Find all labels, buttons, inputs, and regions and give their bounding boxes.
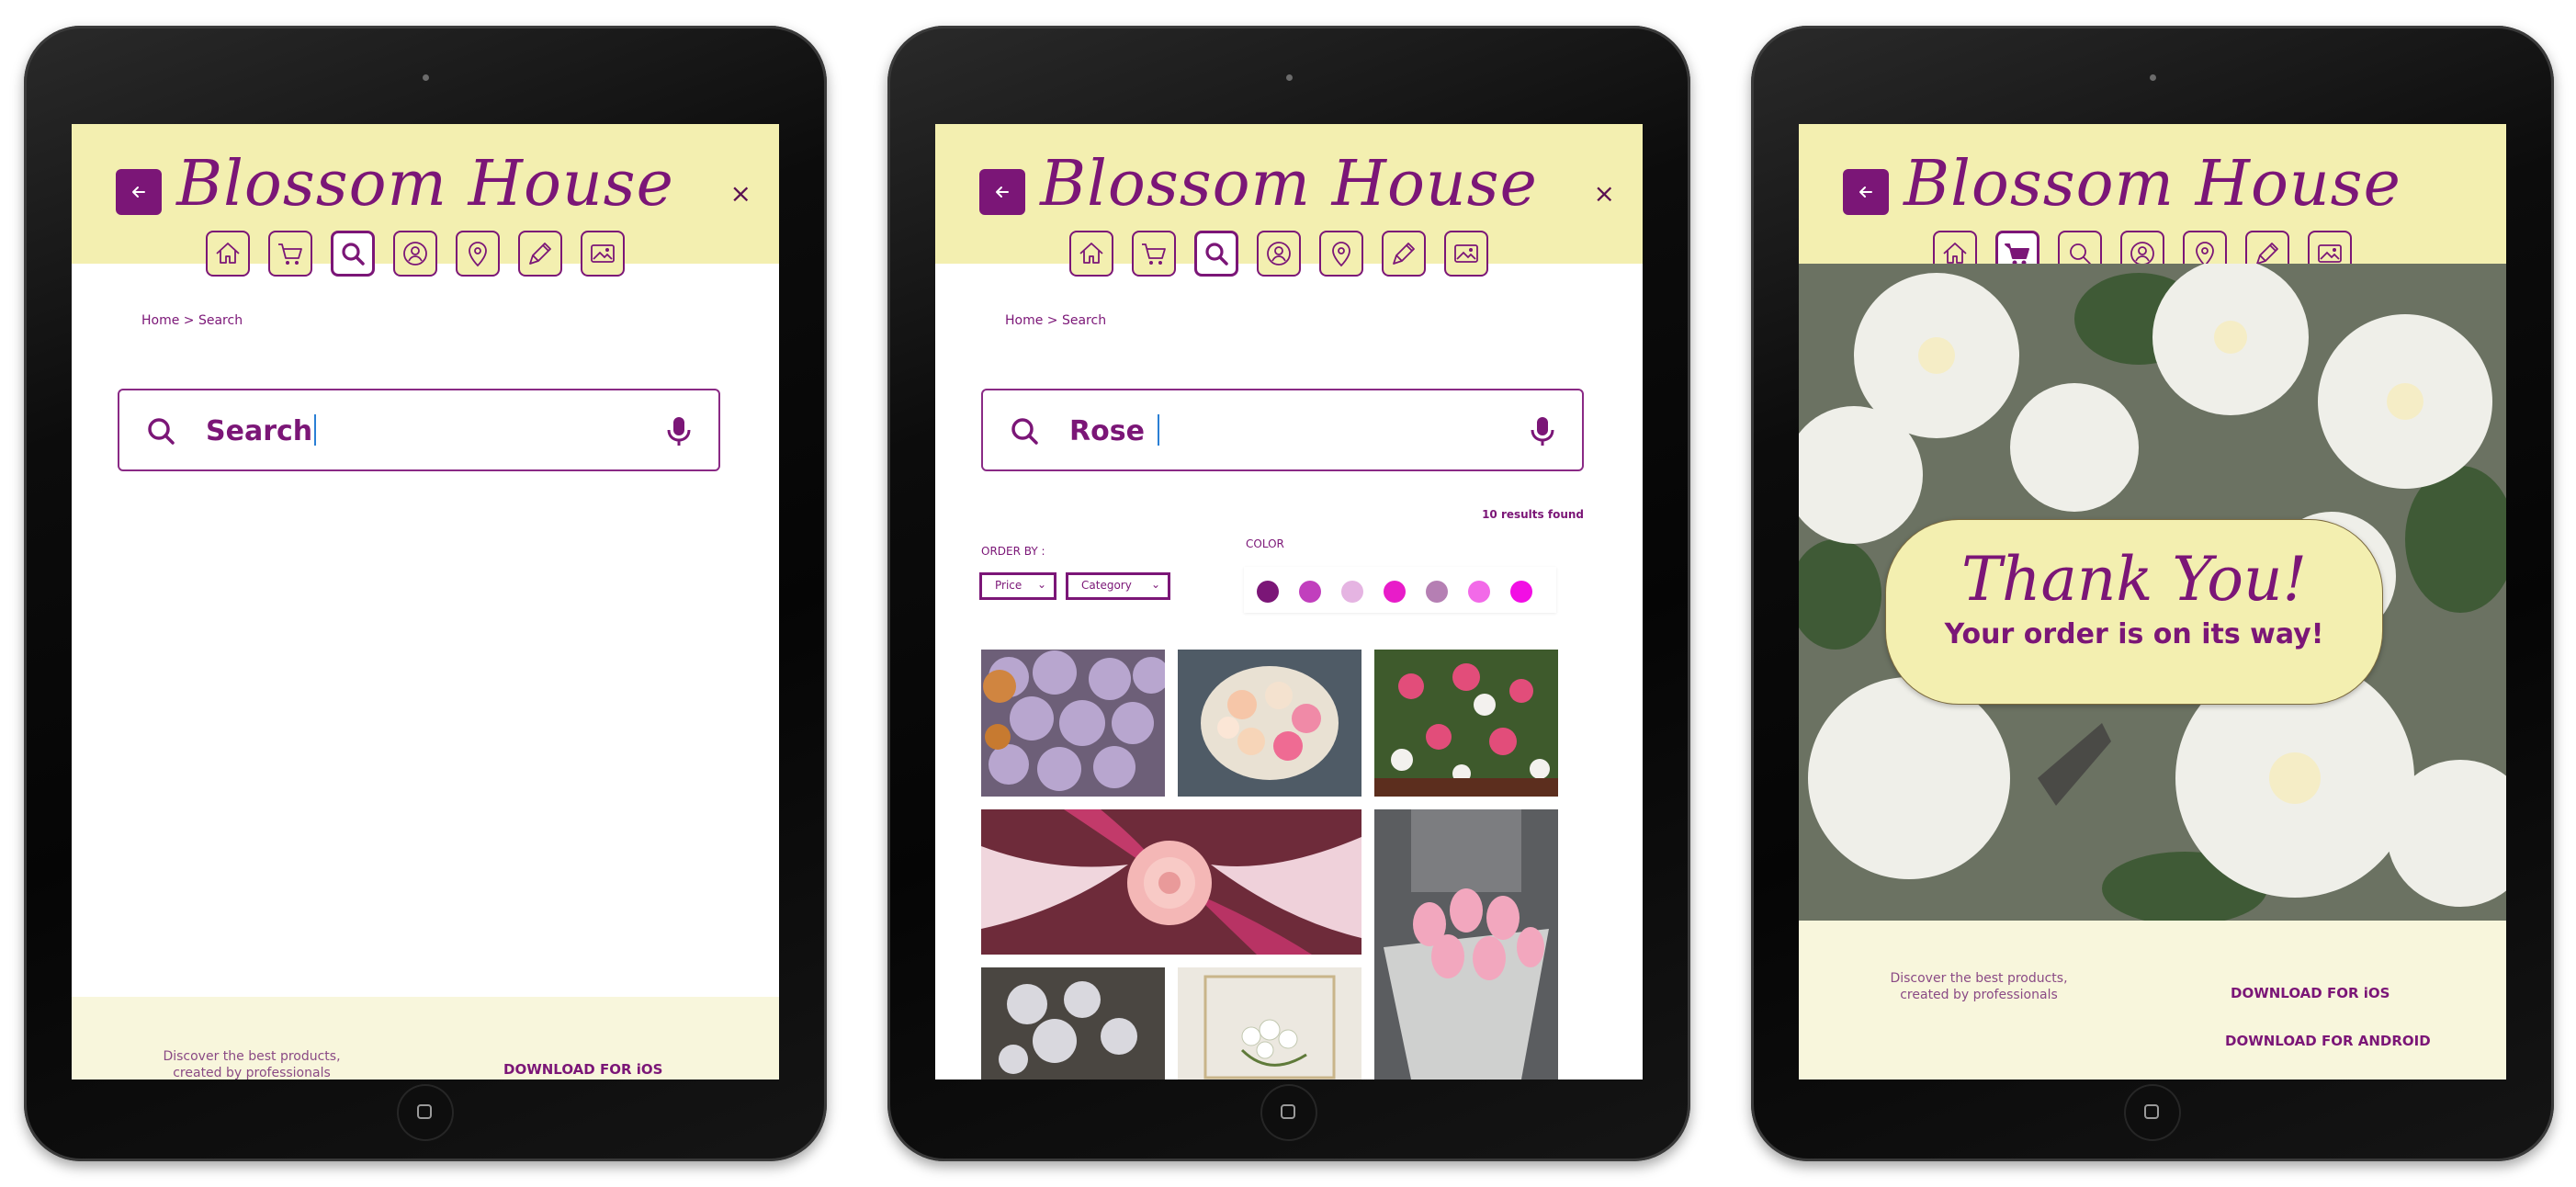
order-category-select[interactable]: Category ⌄: [1066, 572, 1170, 600]
breadcrumb[interactable]: Home > Search: [141, 313, 243, 328]
home-button[interactable]: [1262, 1086, 1316, 1139]
product-photo-white-flowers[interactable]: [1178, 967, 1361, 1080]
app-header: Blossom House ×: [935, 124, 1643, 277]
product-photo-lily-and-rose[interactable]: [981, 809, 1361, 955]
color-swatch[interactable]: [1299, 581, 1321, 603]
chevron-down-icon: ⌄: [1150, 578, 1160, 591]
close-icon[interactable]: ×: [1594, 181, 1615, 207]
nav-location-icon[interactable]: [456, 231, 500, 277]
order-by-label: ORDER BY :: [981, 545, 1045, 558]
nav-cart-icon[interactable]: [268, 231, 312, 277]
search-input[interactable]: Rose: [981, 389, 1584, 471]
nav-pen-icon[interactable]: [518, 231, 562, 277]
product-photo-pink-tulips[interactable]: [1374, 809, 1558, 1080]
tablet-search-results: Blossom House × Home > Search Rose 10 re…: [887, 26, 1690, 1161]
screen: Blossom House Thank You! Your order is o…: [1799, 124, 2506, 1080]
search-text: Search: [206, 414, 317, 447]
download-ios-link[interactable]: DOWNLOAD FOR iOS: [2231, 985, 2390, 1001]
text-caret: [1157, 414, 1159, 446]
nav-search-icon[interactable]: [1194, 231, 1238, 277]
download-android-link[interactable]: DOWNLOAD FOR ANDROID: [2225, 1033, 2431, 1049]
product-photo-pink-rose-bouquet[interactable]: [1374, 650, 1558, 797]
search-icon: [148, 418, 175, 445]
nav-gallery-icon[interactable]: [1444, 231, 1488, 277]
screen: Blossom House × Home > Search Search Dis…: [72, 124, 779, 1080]
nav-pen-icon[interactable]: [1382, 231, 1426, 277]
breadcrumb[interactable]: Home > Search: [1005, 313, 1106, 328]
search-input[interactable]: Search: [118, 389, 720, 471]
footer-tagline: Discover the best products, created by p…: [163, 1049, 341, 1080]
text-caret: [314, 414, 317, 446]
nav-cart-icon[interactable]: [1132, 231, 1176, 277]
color-swatch[interactable]: [1257, 581, 1279, 603]
nav-bar: [1069, 231, 1488, 280]
nav-home-icon[interactable]: [206, 231, 250, 277]
camera: [1286, 74, 1293, 81]
home-button[interactable]: [399, 1086, 452, 1139]
color-swatch[interactable]: [1341, 581, 1363, 603]
brand-logo: Blossom House: [1040, 148, 1538, 220]
order-confirmation-card: Thank You! Your order is on its way!: [1885, 519, 2383, 705]
screen: Blossom House × Home > Search Rose 10 re…: [935, 124, 1643, 1080]
footer: Discover the best products, created by p…: [1799, 921, 2506, 1080]
app-header: Blossom House: [1799, 124, 2506, 277]
results-count: 10 results found: [1482, 508, 1584, 521]
app-header: Blossom House ×: [72, 124, 779, 277]
nav-home-icon[interactable]: [1069, 231, 1113, 277]
microphone-icon[interactable]: [665, 414, 693, 447]
camera: [2150, 74, 2156, 81]
color-swatch[interactable]: [1426, 581, 1448, 603]
camera: [423, 74, 429, 81]
color-swatch[interactable]: [1384, 581, 1406, 603]
home-button[interactable]: [2126, 1086, 2179, 1139]
order-status-message: Your order is on its way!: [1944, 618, 2324, 650]
color-swatches: [1244, 567, 1556, 613]
nav-search-icon[interactable]: [331, 231, 375, 277]
color-swatch[interactable]: [1468, 581, 1490, 603]
microphone-icon[interactable]: [1529, 414, 1556, 447]
close-icon[interactable]: ×: [730, 181, 751, 207]
color-swatch[interactable]: [1510, 581, 1532, 603]
product-photo-pastel-bouquet[interactable]: [1178, 650, 1361, 797]
order-price-select[interactable]: Price ⌄: [979, 572, 1056, 600]
nav-gallery-icon[interactable]: [581, 231, 625, 277]
brand-logo: Blossom House: [1904, 148, 2401, 220]
nav-profile-icon[interactable]: [1257, 231, 1301, 277]
chevron-down-icon: ⌄: [1036, 578, 1046, 591]
product-photo-white-blossoms[interactable]: [981, 967, 1165, 1080]
color-label: COLOR: [1246, 537, 1284, 550]
tablet-order-confirmed: Blossom House Thank You! Your order is o…: [1751, 26, 2554, 1161]
search-text: Rose: [1069, 414, 1159, 447]
brand-logo: Blossom House: [176, 148, 674, 220]
tablet-search-empty: Blossom House × Home > Search Search Dis…: [24, 26, 827, 1161]
footer-tagline: Discover the best products, created by p…: [1890, 971, 2068, 1002]
footer: Discover the best products, created by p…: [72, 997, 779, 1080]
nav-location-icon[interactable]: [1319, 231, 1363, 277]
nav-bar: [206, 231, 625, 280]
product-photo-lavender-roses[interactable]: [981, 650, 1165, 797]
download-ios-link[interactable]: DOWNLOAD FOR iOS: [503, 1061, 662, 1078]
nav-profile-icon[interactable]: [393, 231, 437, 277]
search-icon: [1011, 418, 1038, 445]
thank-you-title: Thank You!: [1961, 544, 2307, 615]
